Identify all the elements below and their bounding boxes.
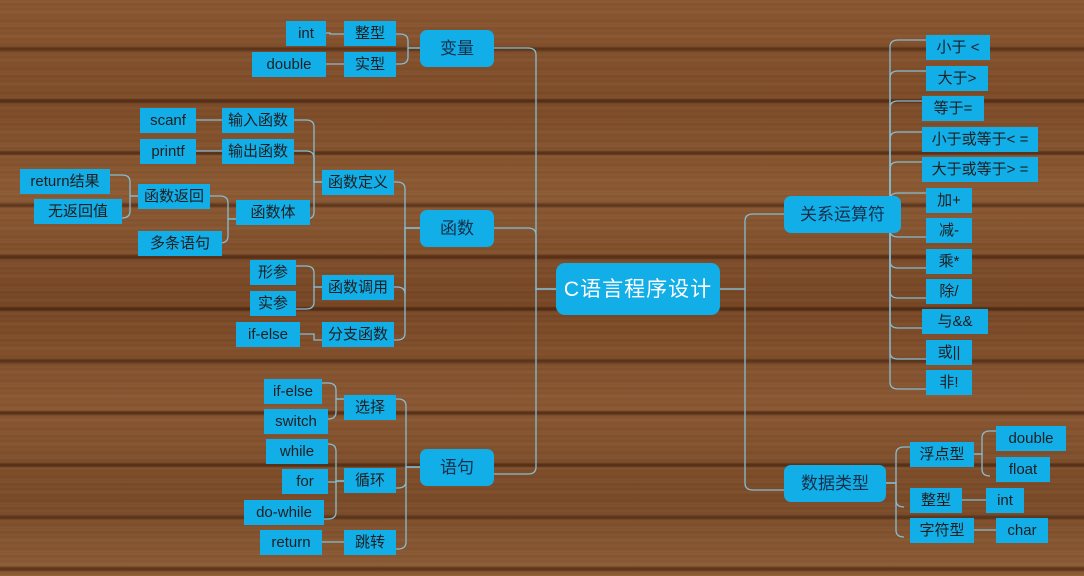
branch-node-function[interactable]: 函数 xyxy=(420,210,494,247)
node-function-body[interactable]: 函数体 xyxy=(236,200,310,225)
node-float-keyword[interactable]: float xyxy=(996,457,1050,482)
node-real-type[interactable]: 实型 xyxy=(344,52,396,77)
node-less-than-or-equal[interactable]: 小于或等于< = xyxy=(922,127,1038,152)
node-multiply[interactable]: 乘* xyxy=(926,249,972,274)
node-integer-type-data[interactable]: 整型 xyxy=(910,488,962,513)
node-greater-than[interactable]: 大于> xyxy=(926,66,988,91)
node-multiple-statements[interactable]: 多条语句 xyxy=(138,231,222,256)
node-no-return-value[interactable]: 无返回值 xyxy=(34,199,122,224)
node-greater-than-or-equal[interactable]: 大于或等于> = xyxy=(922,157,1038,182)
node-printf-keyword[interactable]: printf xyxy=(140,139,196,164)
node-floating-point-type[interactable]: 浮点型 xyxy=(910,442,974,467)
node-equal-to[interactable]: 等于= xyxy=(922,96,984,121)
node-switch-keyword[interactable]: switch xyxy=(264,409,328,434)
node-function-call[interactable]: 函数调用 xyxy=(322,275,394,300)
node-scanf-keyword[interactable]: scanf xyxy=(140,108,196,133)
branch-node-relational-operator[interactable]: 关系运算符 xyxy=(784,196,901,233)
node-minus[interactable]: 减- xyxy=(926,218,972,243)
node-logical-or[interactable]: 或|| xyxy=(926,340,972,365)
node-logical-and[interactable]: 与&& xyxy=(922,309,988,334)
node-return-result[interactable]: return结果 xyxy=(20,169,110,194)
mindmap-canvas: C语言程序设计 变量 整型 int 实型 double 函数 函数定义 函数体 … xyxy=(0,0,1084,576)
node-double-keyword[interactable]: double xyxy=(252,52,326,77)
node-loop[interactable]: 循环 xyxy=(344,468,396,493)
node-if-else-branch[interactable]: if-else xyxy=(236,322,300,347)
node-return-keyword[interactable]: return xyxy=(260,530,322,555)
node-plus[interactable]: 加+ xyxy=(926,188,972,213)
node-divide[interactable]: 除/ xyxy=(926,279,972,304)
node-if-else-statement[interactable]: if-else xyxy=(264,379,322,404)
root-node-c-language[interactable]: C语言程序设计 xyxy=(556,263,720,315)
node-function-return[interactable]: 函数返回 xyxy=(138,184,210,209)
node-branch-function[interactable]: 分支函数 xyxy=(322,322,394,347)
node-output-function[interactable]: 输出函数 xyxy=(222,139,294,164)
branch-node-variable[interactable]: 变量 xyxy=(420,30,494,67)
node-jump[interactable]: 跳转 xyxy=(344,530,396,555)
branch-node-statement[interactable]: 语句 xyxy=(420,449,494,486)
node-less-than[interactable]: 小于 < xyxy=(926,35,990,60)
node-while-keyword[interactable]: while xyxy=(266,439,328,464)
node-logical-not[interactable]: 非! xyxy=(926,370,972,395)
node-do-while-keyword[interactable]: do-while xyxy=(244,500,324,525)
node-double-keyword-type[interactable]: double xyxy=(996,426,1066,451)
node-formal-parameter[interactable]: 形参 xyxy=(250,260,296,285)
branch-node-data-type[interactable]: 数据类型 xyxy=(784,465,886,502)
node-char-keyword[interactable]: char xyxy=(996,518,1048,543)
node-input-function[interactable]: 输入函数 xyxy=(222,108,294,133)
node-int-keyword-type[interactable]: int xyxy=(986,488,1024,513)
node-actual-parameter[interactable]: 实参 xyxy=(250,291,296,316)
node-function-definition[interactable]: 函数定义 xyxy=(322,170,394,195)
node-for-keyword[interactable]: for xyxy=(282,469,328,494)
node-integer-type[interactable]: 整型 xyxy=(344,21,396,46)
node-int-keyword[interactable]: int xyxy=(286,21,326,46)
node-character-type[interactable]: 字符型 xyxy=(910,518,974,543)
node-selection[interactable]: 选择 xyxy=(344,395,396,420)
